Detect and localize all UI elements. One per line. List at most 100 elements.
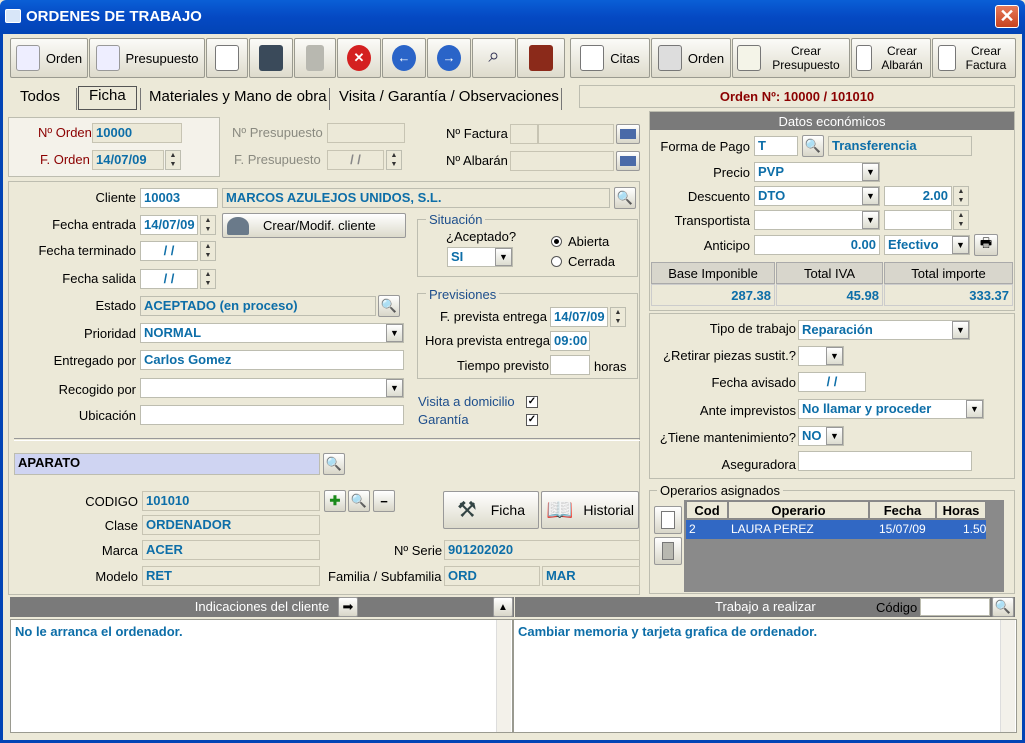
tab-materiales[interactable]: Materiales y Mano de obra [149,86,327,110]
save-button[interactable] [249,38,293,78]
ante-imprevistos-select[interactable]: No llamar y proceder [798,399,984,419]
n-presupuesto-field[interactable] [327,123,405,143]
n-factura-serie-field[interactable] [510,124,538,144]
cliente-search-button[interactable]: 🔍 [614,187,636,209]
printer-icon: 🖶 [979,235,993,250]
chevron-down-icon[interactable]: ▼ [826,427,843,445]
cliente-code-field[interactable]: 10003 [140,188,218,208]
delete-button[interactable] [294,38,336,78]
card-icon [620,156,636,166]
aseguradora-field[interactable] [798,451,972,471]
card-icon [620,129,636,139]
forma-pago-code-field[interactable]: T [754,136,798,156]
trabajo-scrollbar[interactable] [1000,620,1015,732]
fecha-entrada-spinner[interactable]: ▲ ▼ [200,215,216,235]
chevron-down-icon[interactable]: ▼ [952,236,969,254]
chevron-down-icon[interactable]: ▼ [495,248,512,266]
estado-search-button[interactable]: 🔍 [378,295,400,317]
crear-albaran-button[interactable]: Crear Albarán [851,38,931,78]
indicaciones-scrollbar[interactable] [496,620,511,732]
albaran-card-button[interactable] [616,151,640,171]
search-button[interactable]: ⌕ [472,38,516,78]
f-orden-field[interactable]: 14/07/09 [92,150,164,170]
copy-button[interactable] [206,38,248,78]
chevron-down-icon[interactable]: ▼ [386,324,403,342]
window-title: ORDENES DE TRABAJO [26,8,202,25]
cerrada-radio[interactable] [551,256,562,267]
factura-card-button[interactable] [616,124,640,144]
n-albaran-field[interactable] [510,151,614,171]
chevron-down-icon[interactable]: ▼ [862,211,879,229]
prioridad-select[interactable]: NORMAL [140,323,404,343]
garantia-checkbox[interactable]: ✓ [526,414,538,426]
chevron-down-icon[interactable]: ▼ [966,400,983,418]
add-operario-button[interactable] [654,506,682,534]
trabajo-realizar-textarea[interactable]: Cambiar memoria y tarjeta grafica de ord… [513,619,1017,733]
add-aparato-button[interactable]: ✚ [324,490,346,512]
indicaciones-arrow-button[interactable]: ➡ [338,597,358,617]
tipo-trabajo-select[interactable]: Reparación [798,320,970,340]
recogido-por-select[interactable] [140,378,404,398]
tab-visita[interactable]: Visita / Garantía / Observaciones [339,86,559,110]
f-presupuesto-field[interactable]: / / [327,150,384,170]
fecha-entrada-field[interactable]: 14/07/09 [140,215,198,235]
crear-modif-cliente-button[interactable]: Crear/Modif. cliente [222,213,406,238]
n-factura-field[interactable] [538,124,614,144]
abierta-radio[interactable] [551,236,562,247]
trabajo-search-button[interactable]: 🔍 [992,597,1014,617]
table-row[interactable]: 2 LAURA PEREZ 15/07/09 1.50 [686,520,986,539]
f-prevista-spinner[interactable]: ▲ ▼ [610,307,626,327]
entregado-por-field[interactable]: Carlos Gomez [140,350,404,370]
ubicacion-field[interactable] [140,405,404,425]
ficha-button[interactable]: ⚒ Ficha [443,491,539,529]
chevron-down-icon[interactable]: ▼ [862,187,879,205]
chevron-down-icon[interactable]: ▼ [826,347,843,365]
descuento-value-field[interactable]: 2.00 [884,186,952,206]
transportista-value-field[interactable] [884,210,952,230]
chevron-down-icon[interactable]: ▼ [952,321,969,339]
new-orden-button[interactable]: Orden [10,38,88,78]
chevron-down-icon[interactable]: ▼ [862,163,879,181]
close-button[interactable]: ✕ [995,5,1019,28]
fecha-salida-spinner[interactable]: ▲ ▼ [200,269,216,289]
fecha-terminado-spinner[interactable]: ▲ ▼ [200,241,216,261]
citas-button[interactable]: Citas [570,38,650,78]
tab-ficha[interactable]: Ficha [78,86,137,110]
n-orden-field[interactable]: 10000 [92,123,182,143]
new-presupuesto-button[interactable]: Presupuesto [89,38,205,78]
crear-presupuesto-button[interactable]: Crear Presupuesto [732,38,850,78]
codigo-search-button[interactable]: 🔍 [348,490,370,512]
next-button[interactable]: → [427,38,471,78]
forma-pago-search-button[interactable]: 🔍 [802,135,824,157]
fecha-salida-field[interactable]: / / [140,269,198,289]
tiempo-previsto-field[interactable] [550,355,590,375]
f-orden-spinner[interactable]: ▲ ▼ [165,150,181,170]
modelo-field: RET [142,566,320,586]
cliente-name-field: MARCOS AZULEJOS UNIDOS, S.L. [222,188,610,208]
transportista-spinner[interactable]: ▲ ▼ [953,210,969,230]
crear-factura-button[interactable]: Crear Factura [932,38,1016,78]
fecha-avisado-field[interactable]: / / [798,372,866,392]
anticipo-print-button[interactable]: 🖶 [974,234,998,256]
remove-aparato-button[interactable]: − [373,490,395,512]
descuento-spinner[interactable]: ▲ ▼ [953,186,969,206]
aparato-search-button[interactable]: 🔍 [323,453,345,475]
codigo-trabajo-field[interactable] [920,598,990,616]
search-icon: 🔍 [350,493,368,508]
visita-domicilio-checkbox[interactable]: ✓ [526,396,538,408]
historial-button[interactable]: 📖 Historial [541,491,639,529]
indicaciones-collapse-button[interactable]: ▲ [493,597,513,617]
indicaciones-textarea[interactable]: No le arranca el ordenador. [10,619,513,733]
chevron-down-icon[interactable]: ▼ [386,379,403,397]
tab-todos[interactable]: Todos [20,86,60,110]
f-presupuesto-spinner[interactable]: ▲ ▼ [386,150,402,170]
print-orden-button[interactable]: Orden [651,38,731,78]
hora-prevista-field[interactable]: 09:00 [550,331,590,351]
previous-button[interactable]: ← [382,38,426,78]
fecha-terminado-field[interactable]: / / [140,241,198,261]
exit-button[interactable] [517,38,565,78]
f-prevista-entrega-field[interactable]: 14/07/09 [550,307,608,327]
delete-operario-button[interactable] [654,537,682,565]
cancel-button[interactable]: ✕ [337,38,381,78]
anticipo-field[interactable]: 0.00 [754,235,880,255]
